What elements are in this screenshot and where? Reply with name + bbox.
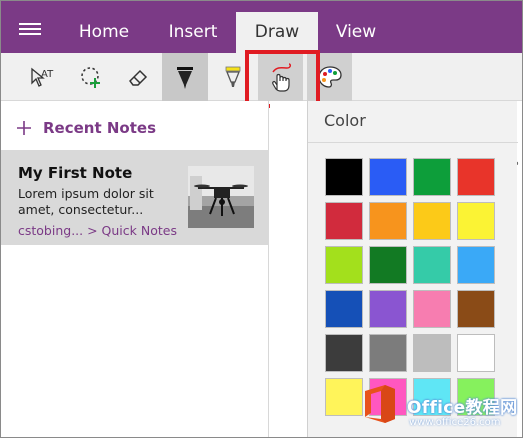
note-thumbnail (188, 166, 254, 228)
color-swatch[interactable] (413, 246, 451, 284)
color-swatch[interactable] (369, 334, 407, 372)
color-heading: Color (324, 111, 366, 130)
eraser-button[interactable] (117, 57, 159, 97)
tab-home[interactable]: Home (67, 12, 141, 53)
color-swatch[interactable] (413, 202, 451, 240)
color-palette-icon (317, 66, 342, 88)
note-title: My First Note (18, 164, 133, 182)
eraser-icon (129, 69, 148, 86)
note-list-item[interactable]: My First Note Lorem ipsum dolor sit amet… (1, 150, 269, 245)
tab-draw[interactable]: Draw (236, 12, 318, 53)
recent-notes-pane: Recent Notes My First Note Lorem ipsum d… (1, 101, 269, 437)
color-swatch[interactable] (325, 246, 363, 284)
watermark: Office教程网 www.office26.com (357, 379, 522, 437)
color-swatch[interactable] (369, 202, 407, 240)
color-swatch[interactable] (413, 290, 451, 328)
color-swatch[interactable] (325, 158, 363, 196)
ink-to-text-icon: AT (31, 67, 54, 87)
note-preview: Lorem ipsum dolor sit amet, consectetur.… (18, 186, 168, 218)
svg-text:AT: AT (41, 69, 54, 80)
lasso-select-button[interactable] (70, 57, 112, 97)
hamburger-icon[interactable] (19, 21, 45, 37)
pen-icon (177, 67, 193, 89)
color-swatch[interactable] (325, 202, 363, 240)
tab-view[interactable]: View (325, 12, 387, 53)
tab-insert[interactable]: Insert (157, 12, 229, 53)
plus-icon (17, 121, 31, 135)
ribbon-tab-bar: Home Insert Draw View (1, 1, 522, 53)
ink-to-text-button[interactable]: AT (21, 57, 63, 97)
color-swatch[interactable] (457, 158, 495, 196)
color-swatch[interactable] (457, 202, 495, 240)
note-preview-line-2: amet, consectetur... (18, 202, 144, 217)
recent-notes-header[interactable]: Recent Notes (15, 118, 156, 138)
color-swatch[interactable] (369, 158, 407, 196)
note-location: cstobing... > Quick Notes (18, 223, 177, 238)
pen-button[interactable] (162, 53, 208, 101)
highlighter-icon (225, 66, 241, 87)
divider (308, 142, 518, 143)
color-swatch[interactable] (369, 246, 407, 284)
callout-highlight-box (245, 50, 320, 108)
color-swatch[interactable] (457, 290, 495, 328)
color-swatch[interactable] (369, 290, 407, 328)
watermark-title: Office教程网 (407, 398, 518, 418)
color-swatch-grid (325, 158, 503, 416)
office-logo-icon (365, 385, 395, 423)
color-swatch[interactable] (457, 246, 495, 284)
lasso-select-icon (81, 67, 100, 88)
drone-photo-icon (188, 166, 254, 228)
note-preview-line-1: Lorem ipsum dolor sit (18, 186, 154, 201)
recent-notes-label: Recent Notes (43, 119, 156, 137)
color-swatch[interactable] (413, 158, 451, 196)
color-swatch[interactable] (457, 334, 495, 372)
watermark-url: www.office26.com (409, 417, 501, 428)
color-swatch[interactable] (325, 290, 363, 328)
onenote-window: Home Insert Draw View AT Recent Notes My… (0, 0, 523, 438)
color-swatch[interactable] (413, 334, 451, 372)
color-swatch[interactable] (325, 334, 363, 372)
